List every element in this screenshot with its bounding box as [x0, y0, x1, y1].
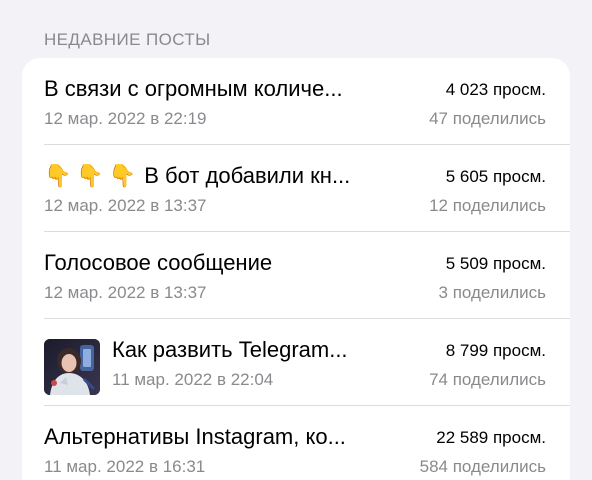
pointing-down-hand-icon: 👇	[76, 163, 104, 188]
pointing-down-emoji-group: 👇 👇 👇	[44, 165, 136, 187]
post-shares: 74 поделились	[429, 370, 546, 389]
post-date: 11 мар. 2022 в 16:31	[44, 457, 206, 476]
post-views: 5 605 просм.	[445, 167, 546, 186]
post-title: В связи с огромным количе...	[44, 76, 343, 101]
pointing-down-hand-icon: 👇	[44, 163, 72, 188]
post-title-group: 👇 👇 👇 В бот добавили кн...	[44, 163, 350, 189]
post-views: 4 023 просм.	[445, 80, 546, 99]
post-date: 12 мар. 2022 в 22:19	[44, 109, 207, 128]
post-title: Как развить Telegram...	[112, 337, 348, 362]
pointing-down-hand-icon: 👇	[108, 163, 137, 188]
post-date: 12 мар. 2022 в 13:37	[44, 283, 207, 302]
post-thumbnail	[44, 339, 100, 395]
recent-posts-list: В связи с огромным количе... 12 мар. 202…	[22, 58, 570, 480]
post-row[interactable]: 👇 👇 👇 В бот добавили кн... 12 мар. 2022 …	[22, 145, 570, 232]
post-title: Голосовое сообщение	[44, 250, 273, 275]
post-date: 11 мар. 2022 в 22:04	[112, 370, 274, 389]
post-shares: 47 поделились	[429, 109, 546, 128]
recent-posts-screen: НЕДАВНИЕ ПОСТЫ В связи с огромным количе…	[0, 0, 592, 480]
post-views: 5 509 просм.	[445, 254, 546, 273]
post-views: 22 589 просм.	[436, 428, 546, 447]
post-shares: 12 поделились	[429, 196, 546, 215]
post-shares: 584 поделились	[419, 457, 546, 476]
post-shares: 3 поделились	[438, 283, 546, 302]
post-row[interactable]: Голосовое сообщение 12 мар. 2022 в 13:37…	[22, 232, 570, 319]
post-date: 12 мар. 2022 в 13:37	[44, 196, 207, 215]
post-title: Альтернативы Instagram, ко...	[44, 424, 346, 449]
photo-thumbnail-icon	[44, 339, 100, 395]
post-row[interactable]: В связи с огромным количе... 12 мар. 202…	[22, 58, 570, 145]
post-title: В бот добавили кн...	[144, 163, 351, 188]
post-row[interactable]: Как развить Telegram... 11 мар. 2022 в 2…	[22, 319, 570, 406]
post-views: 8 799 просм.	[445, 341, 546, 360]
post-row[interactable]: Альтернативы Instagram, ко... 11 мар. 20…	[22, 406, 570, 480]
section-header: НЕДАВНИЕ ПОСТЫ	[44, 30, 211, 49]
